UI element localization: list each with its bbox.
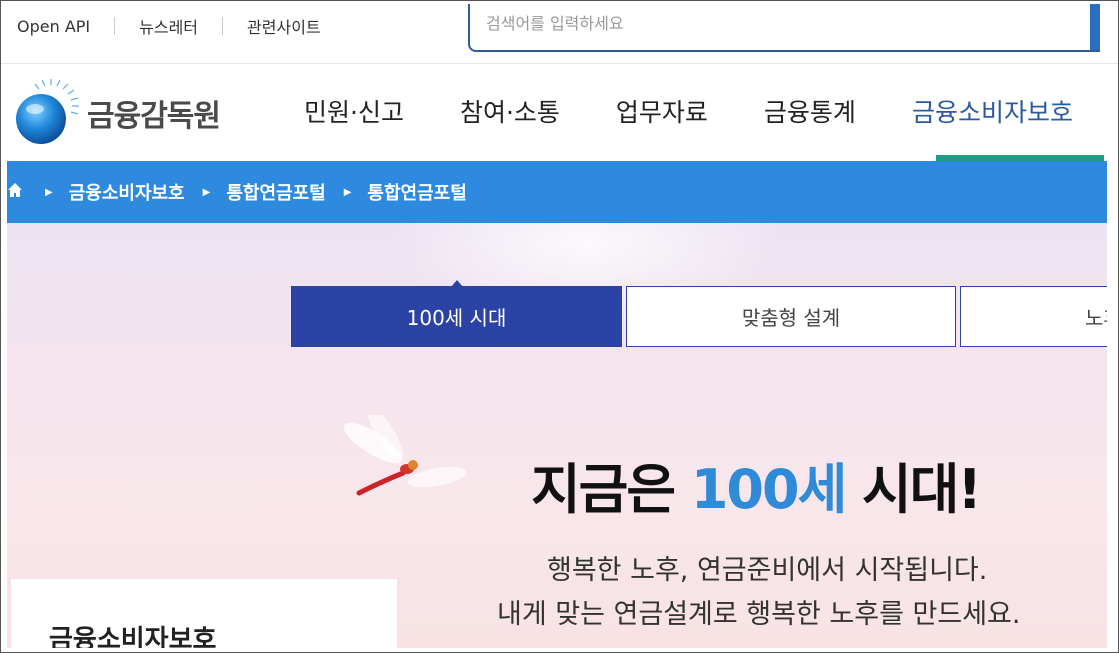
utility-bar: Open API 뉴스레터 관련사이트 (1, 1, 1118, 57)
hero-banner: 100세 시대 맞춤형 설계 노후 지금은 100세 시대! 행복한 노후, 연… (7, 223, 1107, 648)
divider (222, 17, 224, 35)
chevron-right-icon: ▶ (343, 186, 352, 198)
main-navigation: 민원·신고 참여·소통 업무자료 금융통계 금융소비자보호 (304, 93, 1118, 129)
tab-custom-plan[interactable]: 맞춤형 설계 (626, 286, 956, 347)
tab-100-years[interactable]: 100세 시대 (291, 280, 622, 347)
open-api-link[interactable]: Open API (17, 17, 90, 36)
logo[interactable]: 금융감독원 (11, 79, 221, 147)
tab-retirement[interactable]: 노후 (960, 286, 1107, 347)
breadcrumb-item-consumer-protection[interactable]: 금융소비자보호 (69, 179, 185, 205)
side-menu-card: 금융소비자보호 (11, 579, 397, 648)
home-icon[interactable] (7, 182, 27, 203)
headline-text: 지금은 (531, 458, 691, 521)
breadcrumb-item-pension-portal-current[interactable]: 통합연금포털 (367, 179, 466, 205)
chevron-right-icon: ▶ (45, 186, 53, 198)
header-divider (1, 63, 1118, 64)
page-frame: Open API 뉴스레터 관련사이트 검색어를 입력하세요 금융감독원 민원·… (0, 0, 1119, 653)
logo-text: 금융감독원 (87, 99, 221, 134)
search-box (468, 4, 1100, 52)
hero-tabs: 100세 시대 맞춤형 설계 노후 (291, 280, 1107, 347)
nav-item-complaints[interactable]: 민원·신고 (304, 93, 404, 129)
divider (114, 17, 116, 35)
nav-item-business-data[interactable]: 업무자료 (616, 93, 708, 129)
dragonfly-illustration (333, 407, 473, 505)
hero-subtitle-line-2: 내게 맞는 연금설계로 행복한 노후를 만드세요. (497, 599, 1021, 630)
chevron-right-icon: ▶ (202, 186, 211, 198)
nav-item-participation[interactable]: 참여·소통 (460, 93, 560, 129)
side-menu-title: 금융소비자보호 (49, 625, 217, 648)
newsletter-link[interactable]: 뉴스레터 (139, 14, 198, 38)
search-button[interactable] (1090, 4, 1100, 50)
search-input[interactable] (486, 14, 1046, 33)
utility-links: Open API 뉴스레터 관련사이트 (17, 14, 321, 38)
nav-item-consumer-protection[interactable]: 금융소비자보호 (912, 93, 1073, 129)
breadcrumb-item-pension-portal[interactable]: 통합연금포털 (226, 179, 325, 205)
headline-text-end: 시대! (845, 458, 982, 521)
hero-headline: 지금은 100세 시대! (531, 445, 982, 524)
hero-subtitle-line-1: 행복한 노후, 연금준비에서 시작됩니다. (547, 555, 988, 586)
nav-item-financial-statistics[interactable]: 금융통계 (764, 93, 856, 129)
headline-highlight: 100세 (690, 458, 847, 521)
breadcrumb: ▶ 금융소비자보호 ▶ 통합연금포털 ▶ 통합연금포털 (7, 161, 1107, 223)
logo-mark-icon (11, 79, 79, 147)
related-sites-link[interactable]: 관련사이트 (247, 14, 321, 38)
